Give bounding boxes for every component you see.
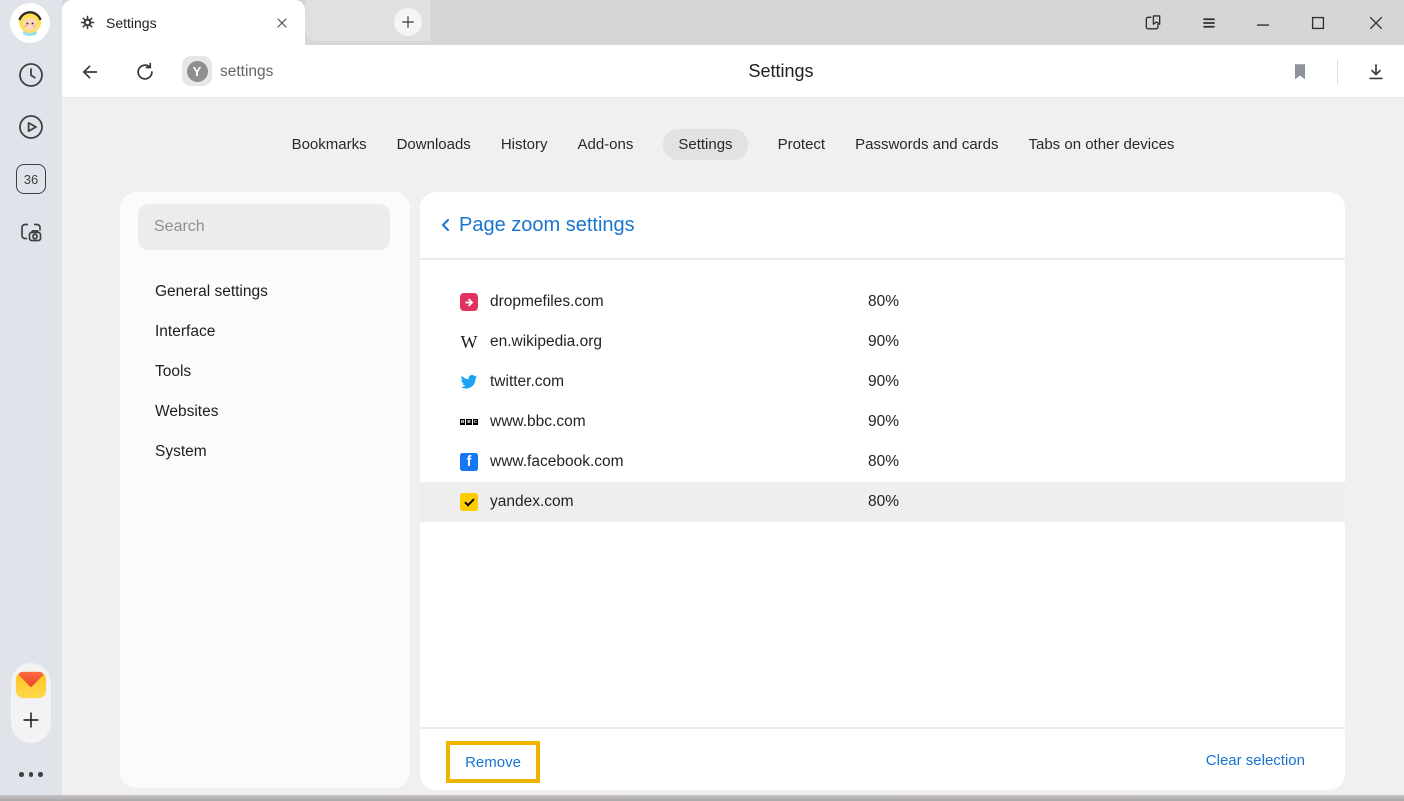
- mail-app-icon[interactable]: [15, 669, 47, 701]
- nav-item-settings[interactable]: Settings: [663, 129, 747, 160]
- browser-toolbar: Y settings Settings: [62, 45, 1404, 98]
- sidebar-item-system[interactable]: System: [120, 432, 410, 472]
- add-app-icon[interactable]: [19, 708, 43, 732]
- tab-title: Settings: [106, 15, 273, 31]
- clear-selection-button[interactable]: Clear selection: [1206, 729, 1305, 792]
- profile-avatar[interactable]: [10, 3, 50, 43]
- panels-icon[interactable]: [1131, 0, 1175, 45]
- remove-button[interactable]: Remove: [465, 754, 521, 771]
- new-tab-icon[interactable]: [394, 8, 422, 36]
- menu-icon[interactable]: [1187, 0, 1231, 45]
- remove-highlight-box: Remove: [446, 741, 540, 783]
- tab-close-icon[interactable]: [273, 14, 291, 32]
- site-name: www.bbc.com: [490, 413, 586, 431]
- site-name: yandex.com: [490, 493, 574, 511]
- settings-page: Bookmarks Downloads History Add-ons Settings…: [62, 98, 1404, 795]
- search-input[interactable]: [138, 204, 390, 250]
- sidebar-item-general-settings[interactable]: General settings: [120, 272, 410, 312]
- site-row-yandex-com[interactable]: yandex.com 80%: [420, 482, 1345, 522]
- settings-sidebar: General settingsInterfaceToolsWebsitesSy…: [120, 192, 410, 788]
- left-rail: 36: [0, 0, 62, 795]
- bbc-favicon: BBC: [460, 413, 478, 431]
- gear-icon: [79, 14, 96, 31]
- window-frame-bottom: [0, 795, 1404, 801]
- tab-strip: Settings: [62, 0, 1404, 45]
- yandex-favicon: [460, 493, 478, 511]
- screenshot-icon[interactable]: [17, 218, 45, 246]
- close-window-icon[interactable]: [1354, 0, 1398, 45]
- site-zoom-value: 90%: [868, 373, 899, 391]
- back-icon[interactable]: [70, 45, 110, 98]
- toolbar-separator: [1337, 60, 1338, 84]
- minimize-icon[interactable]: [1241, 0, 1285, 45]
- site-list: dropmefiles.com80%Wen.wikipedia.org90%tw…: [420, 282, 1345, 522]
- sidebar-item-tools[interactable]: Tools: [120, 352, 410, 392]
- site-name: en.wikipedia.org: [490, 333, 602, 351]
- site-row-twitter-com[interactable]: twitter.com 90%: [420, 362, 1345, 402]
- sidebar-item-interface[interactable]: Interface: [120, 312, 410, 352]
- nav-item-add-ons[interactable]: Add-ons: [577, 129, 633, 160]
- download-icon[interactable]: [1356, 45, 1396, 98]
- nav-item-passwords-and-cards[interactable]: Passwords and cards: [855, 129, 998, 160]
- panel-title: Page zoom settings: [459, 214, 635, 237]
- history-icon[interactable]: [17, 61, 45, 89]
- site-zoom-value: 80%: [868, 493, 899, 511]
- nav-item-history[interactable]: History: [501, 129, 548, 160]
- site-name: dropmefiles.com: [490, 293, 604, 311]
- site-name: twitter.com: [490, 373, 564, 391]
- apps-pill: [11, 663, 51, 743]
- nav-item-bookmarks[interactable]: Bookmarks: [292, 129, 367, 160]
- twitter-favicon: [460, 373, 478, 391]
- site-zoom-value: 90%: [868, 333, 899, 351]
- settings-nav: Bookmarks Downloads History Add-ons Settings…: [62, 129, 1404, 160]
- wikipedia-favicon: W: [460, 333, 478, 351]
- panel-footer: Remove Clear selection: [420, 727, 1345, 790]
- nav-item-downloads[interactable]: Downloads: [397, 129, 471, 160]
- more-icon[interactable]: [19, 772, 43, 777]
- site-row-www-bbc-com[interactable]: BBC www.bbc.com 90%: [420, 402, 1345, 442]
- sidebar-item-websites[interactable]: Websites: [120, 392, 410, 432]
- maximize-icon[interactable]: [1296, 0, 1340, 45]
- settings-sections: General settingsInterfaceToolsWebsitesSy…: [120, 272, 410, 472]
- site-zoom-value: 90%: [868, 413, 899, 431]
- dropmefiles-favicon: [460, 293, 478, 311]
- site-zoom-value: 80%: [868, 453, 899, 471]
- back-to-settings[interactable]: Page zoom settings: [420, 192, 1345, 260]
- chevron-left-icon: [438, 217, 454, 233]
- site-row-www-facebook-com[interactable]: f www.facebook.com 80%: [420, 442, 1345, 482]
- tab-settings[interactable]: Settings: [62, 0, 305, 45]
- site-zoom-value: 80%: [868, 293, 899, 311]
- site-name: www.facebook.com: [490, 453, 624, 471]
- page-zoom-panel: Page zoom settings dropmefiles.com 80% Wen…: [420, 192, 1345, 790]
- bookmark-icon[interactable]: [1280, 45, 1320, 98]
- page-title: Settings: [158, 45, 1404, 98]
- nav-item-protect[interactable]: Protect: [778, 129, 826, 160]
- site-row-en-wikipedia-org[interactable]: Wen.wikipedia.org 90%: [420, 322, 1345, 362]
- player-icon[interactable]: [17, 113, 45, 141]
- tabs-counter-value: 36: [24, 172, 38, 187]
- facebook-favicon: f: [460, 453, 478, 471]
- nav-item-tabs-on-other-devices[interactable]: Tabs on other devices: [1029, 129, 1175, 160]
- site-row-dropmefiles-com[interactable]: dropmefiles.com 80%: [420, 282, 1345, 322]
- tabs-counter[interactable]: 36: [16, 164, 46, 194]
